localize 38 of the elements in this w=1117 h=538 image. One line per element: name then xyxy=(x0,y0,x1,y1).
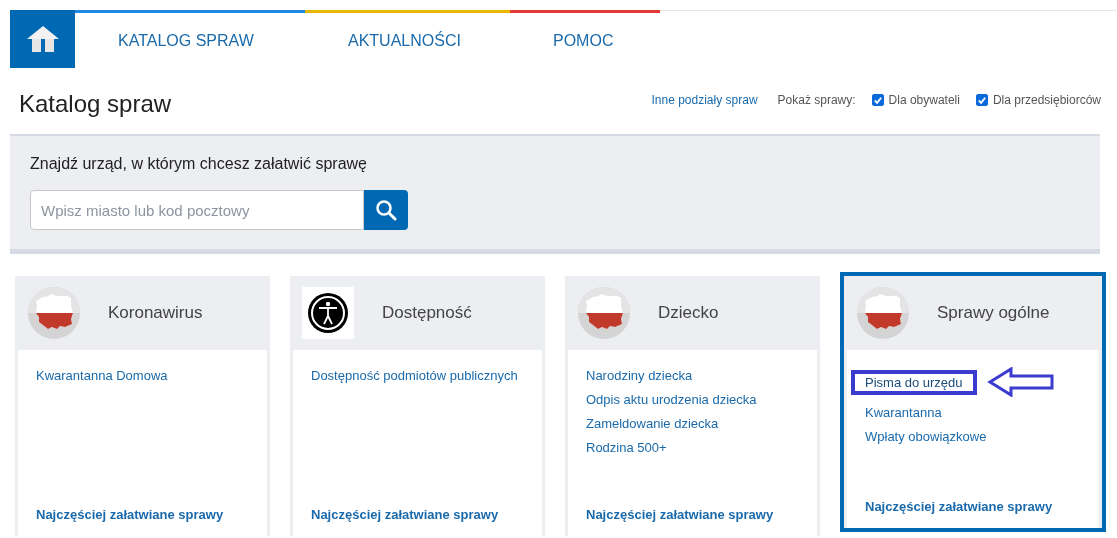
checkbox-label: Dla przedsiębiorców xyxy=(992,93,1101,107)
nav-link[interactable]: AKTUALNOŚCI xyxy=(305,10,510,68)
service-link[interactable]: Pisma do urzędu xyxy=(851,369,977,395)
service-link[interactable]: Kwarantanna xyxy=(865,404,942,421)
popular-services-link[interactable]: Najczęściej załatwiane sprawy xyxy=(36,507,267,522)
card-title: Sprawy ogólne xyxy=(937,303,1050,323)
checkbox[interactable] xyxy=(871,94,884,106)
house-icon xyxy=(25,24,60,54)
arrow-annotation xyxy=(986,367,1055,397)
accessibility-icon xyxy=(302,287,354,339)
service-link[interactable]: Zameldowanie dziecka xyxy=(586,415,719,432)
service-link[interactable]: Odpis aktu urodzenia dziecka xyxy=(586,391,757,408)
checkbox[interactable] xyxy=(975,94,988,106)
card-title: Koronawirus xyxy=(108,303,203,323)
checkbox-label: Dla obywateli xyxy=(888,93,960,107)
home-button[interactable] xyxy=(10,10,75,68)
other-categories-link[interactable]: Inne podziały spraw xyxy=(651,93,758,107)
service-link[interactable]: Kwarantanna Domowa xyxy=(36,367,168,384)
search-heading: Znajdź urząd, w którym chcesz załatwić sprawę xyxy=(30,154,368,173)
search-icon xyxy=(375,199,397,221)
card-title: Dostępność xyxy=(382,303,472,323)
card-title: Dziecko xyxy=(658,303,719,323)
service-link[interactable]: Narodziny dziecka xyxy=(586,367,693,384)
poland-map-icon xyxy=(577,286,631,340)
search-button[interactable] xyxy=(364,190,408,230)
poland-map-icon xyxy=(27,286,81,340)
nav-link[interactable]: KATALOG SPRAW xyxy=(75,10,305,68)
page-title: Katalog spraw xyxy=(19,90,172,118)
nav-link[interactable]: POMOC xyxy=(510,10,660,68)
popular-services-link[interactable]: Najczęściej załatwiane sprawy xyxy=(586,507,817,522)
poland-map-icon xyxy=(856,286,910,340)
search-field[interactable]: Wpisz miasto lub kod pocztowy xyxy=(30,190,364,230)
service-link[interactable]: Dostępność podmiotów publicznych xyxy=(311,367,518,384)
popular-services-link[interactable]: Najczęściej załatwiane sprawy xyxy=(311,507,542,522)
filter-label: Pokaż sprawy: xyxy=(777,93,856,107)
popular-services-link[interactable]: Najczęściej załatwiane sprawy xyxy=(865,499,1099,514)
service-link[interactable]: Wpłaty obowiązkowe xyxy=(865,428,987,445)
service-link[interactable]: Rodzina 500+ xyxy=(586,439,667,456)
